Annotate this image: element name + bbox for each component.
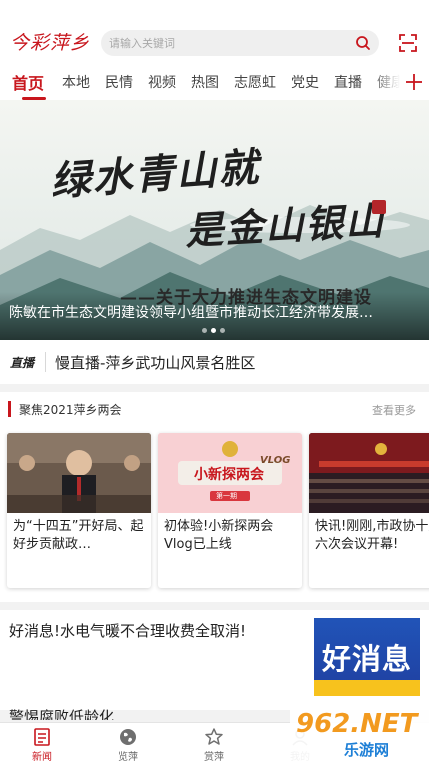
tab-hot-pictures[interactable]: 热图	[191, 72, 219, 92]
tab-live[interactable]: 直播	[334, 72, 362, 92]
news-thumbnail-text: 好消息	[321, 642, 412, 676]
app-logo: 今彩萍乡	[10, 32, 91, 54]
carousel-dot-active[interactable]	[211, 328, 216, 333]
search-input[interactable]	[109, 30, 349, 56]
card-image	[7, 433, 151, 513]
carousel-dot[interactable]	[202, 328, 207, 333]
card-image	[309, 433, 429, 513]
banner-seal-stamp	[372, 200, 386, 214]
news-item[interactable]: 好消息!水电气暖不合理收费全取消! 好消息	[0, 610, 429, 710]
site-watermark: 962.NET 乐游网	[290, 707, 429, 762]
card-image: 小新探两会 VLOG 第一期	[158, 433, 302, 513]
section-title: 聚焦2021萍乡两会	[19, 403, 122, 417]
tab-local[interactable]: 本地	[62, 72, 90, 92]
scan-icon[interactable]	[399, 34, 417, 52]
search-icon[interactable]	[355, 35, 371, 51]
section-accent-bar	[8, 401, 11, 417]
card-image-tag: VLOG	[260, 455, 291, 466]
search-bar[interactable]	[101, 30, 379, 56]
nav-favorites[interactable]: 赏萍	[184, 723, 244, 762]
card-image-sub: 第一期	[216, 492, 237, 500]
nav-news[interactable]: 新闻	[12, 723, 72, 762]
watermark-subtitle: 乐游网	[344, 741, 390, 759]
card-image-text: 小新探两会	[194, 467, 264, 483]
topic-card[interactable]: 小新探两会 VLOG 第一期 初体验!小新探两会Vlog已上线	[158, 433, 302, 588]
nav-explore[interactable]: 览萍	[98, 723, 158, 762]
banner-calligraphy-line2: 是金山银山	[184, 197, 387, 254]
tabs-fade	[370, 64, 400, 100]
tab-home[interactable]: 首页	[12, 70, 44, 94]
carousel-dot[interactable]	[220, 328, 225, 333]
channel-tabs: 首页 本地 民情 视频 热图 志愿虹 党史 直播 健康	[0, 64, 429, 100]
card-title: 初体验!小新探两会Vlog已上线	[164, 519, 274, 552]
card-title: 为“十四五”开好局、起好步贡献政…	[13, 519, 144, 552]
headline-banner[interactable]: 绿水青山就 是金山银山 ——关于大力推进生态文明建设 陈敏在市生态文明建设领导小…	[0, 100, 429, 340]
tab-party-history[interactable]: 党史	[291, 72, 319, 92]
thumbnail-stripe	[314, 680, 420, 696]
app-screen: 今彩萍乡 首页 本地 民情 视频 热图 志愿虹 党史 直播 健康	[0, 0, 429, 762]
plus-icon	[406, 74, 422, 90]
divider	[45, 352, 46, 372]
nav-label: 览萍	[118, 752, 138, 762]
news-icon	[34, 728, 50, 746]
star-icon	[205, 728, 223, 745]
top-header: 今彩萍乡	[0, 0, 429, 64]
live-badge: 直播	[10, 356, 35, 370]
banner-caption[interactable]: 陈敏在市生态文明建设领导小组暨市推动长江经济带发展…	[9, 302, 419, 322]
tab-video[interactable]: 视频	[148, 72, 176, 92]
live-title[interactable]: 慢直播-萍乡武功山风景名胜区	[55, 352, 255, 373]
special-topic-section: 聚焦2021萍乡两会 查看更多 为“十四五”开好局、起好步贡献政… 小新探两会 …	[0, 392, 429, 602]
news-thumbnail: 好消息	[314, 618, 420, 696]
view-more-link[interactable]: 查看更多	[372, 402, 416, 418]
globe-icon	[120, 729, 136, 745]
watermark-logo: 962.NET	[296, 709, 418, 739]
nav-label: 赏萍	[204, 752, 224, 762]
add-channel-button[interactable]	[400, 64, 429, 100]
live-stream-row[interactable]: 直播 慢直播-萍乡武功山风景名胜区	[0, 340, 429, 384]
tab-volunteer[interactable]: 志愿虹	[234, 72, 276, 92]
card-title: 快讯!刚刚,市政协十届六次会议开幕!	[315, 519, 429, 552]
news-title[interactable]: 警惕腐败低龄化	[9, 706, 114, 720]
tab-public-opinion[interactable]: 民情	[105, 72, 133, 92]
nav-label: 新闻	[32, 752, 52, 762]
topic-card[interactable]: 快讯!刚刚,市政协十届六次会议开幕!	[309, 433, 429, 588]
topic-card[interactable]: 为“十四五”开好局、起好步贡献政…	[7, 433, 151, 588]
news-title: 好消息!水电气暖不合理收费全取消!	[9, 622, 247, 640]
